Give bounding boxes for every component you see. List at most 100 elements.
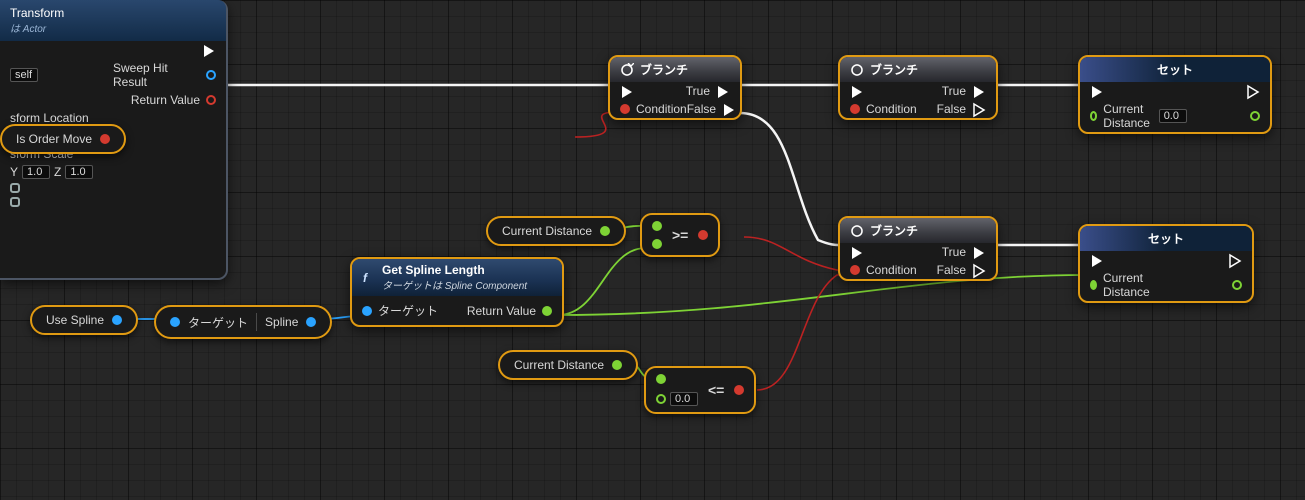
node-title: ブランチ — [640, 61, 688, 78]
node-subtitle: ターゲットは Spline Component — [382, 277, 527, 292]
self-pin[interactable]: self — [10, 68, 38, 82]
float-default[interactable]: 0.0 — [1159, 109, 1187, 123]
float-out-pin[interactable] — [600, 226, 610, 236]
exec-in-pin[interactable] — [850, 84, 864, 98]
exec-false-pin[interactable] — [972, 102, 986, 116]
axis-label: Y — [10, 165, 18, 179]
float-in-pin[interactable] — [1090, 111, 1097, 121]
node-title: ブランチ — [870, 61, 918, 78]
pin-label: False — [937, 102, 966, 116]
exec-out-pin[interactable] — [202, 43, 216, 57]
node-header: セット — [1080, 226, 1252, 251]
node-title: セット — [1157, 61, 1193, 78]
pin[interactable] — [10, 183, 20, 193]
object-out-pin[interactable] — [112, 315, 122, 325]
exec-true-pin[interactable] — [972, 84, 986, 98]
node-title: セット — [1148, 230, 1184, 247]
struct-out-pin[interactable] — [206, 70, 216, 80]
node-title: Transform — [10, 6, 216, 20]
variable-label: Current Distance — [502, 224, 592, 238]
condition-in-pin[interactable] — [620, 104, 630, 114]
float-out-pin[interactable] — [542, 306, 552, 316]
variable-label: Is Order Move — [16, 132, 92, 146]
pin-label: Return Value — [131, 93, 200, 107]
exec-in-pin[interactable] — [1090, 84, 1104, 98]
node-compare-le[interactable]: 0.0 <= — [644, 366, 756, 414]
pin-label: ターゲット — [378, 302, 438, 319]
float-out-pin[interactable] — [612, 360, 622, 370]
node-compare-ge[interactable]: >= — [640, 213, 720, 257]
pin-label: sform Location — [10, 111, 216, 125]
component-get-spline[interactable]: ターゲット Spline — [154, 305, 332, 339]
float-out-pin[interactable] — [1250, 111, 1260, 121]
float-b-default[interactable]: 0.0 — [670, 392, 698, 406]
operator-label: <= — [708, 382, 724, 398]
bool-out-pin[interactable] — [698, 230, 708, 240]
node-branch-2[interactable]: ブランチ True Condition False — [838, 55, 998, 120]
node-header: ブランチ — [610, 57, 740, 82]
node-header: f Get Spline Length ターゲットは Spline Compon… — [352, 259, 562, 296]
node-branch-1[interactable]: ブランチ True Condition False — [608, 55, 742, 120]
pin-label: False — [687, 102, 716, 116]
variable-label: Use Spline — [46, 313, 104, 327]
axis-label: Z — [54, 165, 61, 179]
pin-label: Current Distance — [1103, 102, 1152, 130]
exec-out-pin[interactable] — [1228, 253, 1242, 267]
exec-in-pin[interactable] — [620, 84, 634, 98]
pin-label: Spline — [265, 315, 298, 329]
node-header: Transform は Actor — [0, 0, 226, 41]
separator — [256, 313, 257, 331]
node-set-current-distance-1[interactable]: セット Current Distance 0.0 — [1078, 55, 1272, 134]
node-get-spline-length[interactable]: f Get Spline Length ターゲットは Spline Compon… — [350, 257, 564, 327]
exec-in-pin[interactable] — [850, 245, 864, 259]
branch-icon — [620, 63, 634, 77]
node-branch-3[interactable]: ブランチ True Condition False — [838, 216, 998, 281]
variable-current-distance-2[interactable]: Current Distance — [498, 350, 638, 380]
node-header: ブランチ — [840, 57, 996, 82]
pin-label: Condition — [636, 102, 687, 116]
bool-out-pin[interactable] — [206, 95, 216, 105]
scale-y-input[interactable]: 1.0 — [22, 165, 50, 179]
pin-label: True — [686, 84, 710, 98]
float-in-pin[interactable] — [1090, 280, 1097, 290]
condition-in-pin[interactable] — [850, 265, 860, 275]
variable-current-distance-1[interactable]: Current Distance — [486, 216, 626, 246]
pin-label: Condition — [866, 263, 917, 277]
variable-is-order-move[interactable]: Is Order Move — [0, 124, 126, 154]
scale-z-input[interactable]: 1.0 — [65, 165, 93, 179]
exec-false-pin[interactable] — [722, 102, 736, 116]
exec-out-pin[interactable] — [1246, 84, 1260, 98]
pin-label: ターゲット — [188, 314, 248, 331]
pin-label: Condition — [866, 102, 917, 116]
operator-label: >= — [672, 227, 688, 243]
svg-text:f: f — [363, 271, 368, 285]
node-title: Get Spline Length — [382, 263, 485, 277]
condition-in-pin[interactable] — [850, 104, 860, 114]
function-icon: f — [362, 271, 376, 285]
float-b-in-pin[interactable] — [656, 394, 666, 404]
exec-true-pin[interactable] — [716, 84, 730, 98]
pin-label: Current Distance — [1103, 271, 1166, 299]
float-b-in-pin[interactable] — [652, 239, 662, 249]
node-set-current-distance-2[interactable]: セット Current Distance — [1078, 224, 1254, 303]
exec-true-pin[interactable] — [972, 245, 986, 259]
variable-use-spline[interactable]: Use Spline — [30, 305, 138, 335]
pin-label: False — [937, 263, 966, 277]
bool-out-pin[interactable] — [734, 385, 744, 395]
float-a-in-pin[interactable] — [656, 374, 666, 384]
float-out-pin[interactable] — [1232, 280, 1242, 290]
node-title: ブランチ — [870, 222, 918, 239]
object-out-pin[interactable] — [306, 317, 316, 327]
bool-out-pin[interactable] — [100, 134, 110, 144]
pin-label: True — [942, 84, 966, 98]
exec-false-pin[interactable] — [972, 263, 986, 277]
float-a-in-pin[interactable] — [652, 221, 662, 231]
object-in-pin[interactable] — [170, 317, 180, 327]
branch-icon — [850, 63, 864, 77]
pin[interactable] — [10, 197, 20, 207]
exec-in-pin[interactable] — [1090, 253, 1104, 267]
pin-label: Sweep Hit Result — [113, 61, 200, 89]
variable-label: Current Distance — [514, 358, 604, 372]
target-in-pin[interactable] — [362, 306, 372, 316]
branch-icon — [850, 224, 864, 238]
